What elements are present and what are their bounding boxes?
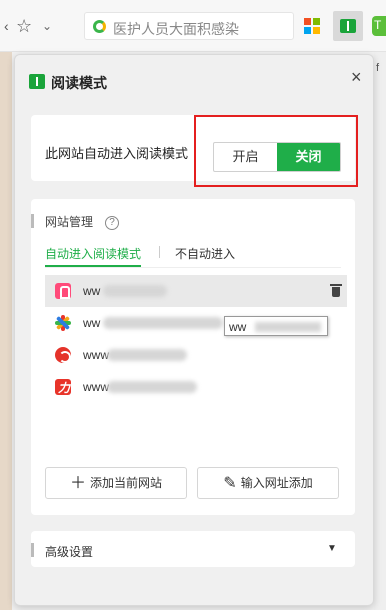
bookmark-star-icon[interactable]: ☆ bbox=[16, 14, 32, 38]
site-row[interactable]: ww bbox=[45, 275, 347, 307]
site-url: ww bbox=[83, 316, 101, 330]
site-row[interactable]: 力 www bbox=[45, 371, 347, 403]
search-box[interactable]: 医护人员大面积感染 bbox=[84, 12, 294, 40]
add-current-label: 添加当前网站 bbox=[90, 476, 163, 490]
chevron-down-icon[interactable]: ⌄ bbox=[42, 14, 52, 38]
tooltip-text: ww bbox=[229, 320, 247, 334]
redacted-url bbox=[103, 317, 223, 329]
help-icon[interactable]: ? bbox=[105, 216, 119, 230]
search-engine-icon bbox=[93, 20, 106, 33]
colorful-star-icon bbox=[55, 315, 71, 331]
pencil-icon: ✎ bbox=[223, 475, 237, 492]
caret-down-icon[interactable]: ▼ bbox=[327, 543, 337, 554]
dj-red-icon: 力 bbox=[55, 379, 71, 395]
tab-auto-enter[interactable]: 自动进入阅读模式 bbox=[45, 245, 141, 262]
book-icon bbox=[340, 19, 356, 33]
site-management-title-text: 网站管理 bbox=[45, 215, 94, 229]
site-row[interactable]: www bbox=[45, 339, 347, 371]
trash-icon[interactable] bbox=[330, 284, 342, 297]
tab-divider bbox=[45, 267, 341, 268]
section-bar bbox=[31, 214, 34, 228]
pink-reader-icon bbox=[55, 283, 71, 299]
add-current-site-button[interactable]: ＋ 添加当前网站 bbox=[45, 467, 187, 499]
site-url: www bbox=[83, 380, 109, 394]
page-background-left bbox=[0, 52, 12, 610]
redacted-url bbox=[107, 381, 197, 393]
tab-separator bbox=[159, 246, 160, 258]
panel-title: 阅读模式 bbox=[51, 75, 107, 91]
site-url: www bbox=[83, 348, 109, 362]
auto-mode-label: 此网站自动进入阅读模式 bbox=[45, 146, 189, 161]
redacted-url bbox=[107, 349, 187, 361]
redacted-url bbox=[103, 285, 167, 297]
site-url: ww bbox=[83, 284, 101, 298]
windows-logo-icon[interactable] bbox=[304, 18, 320, 34]
plus-icon: ＋ bbox=[69, 475, 86, 492]
extension-label: T bbox=[374, 18, 382, 32]
extension-icon[interactable]: T bbox=[372, 16, 386, 36]
chevron-left-icon[interactable]: ‹ bbox=[4, 14, 9, 38]
panel-header: 阅读模式 × bbox=[15, 55, 373, 107]
red-swirl-icon bbox=[55, 347, 71, 363]
section-bar bbox=[31, 543, 34, 557]
close-button[interactable]: × bbox=[351, 67, 362, 88]
reader-mode-button[interactable] bbox=[333, 11, 363, 41]
add-url-label: 输入网址添加 bbox=[240, 476, 313, 490]
search-text[interactable]: 医护人员大面积感染 bbox=[113, 19, 287, 39]
page-background-right: f bbox=[374, 52, 386, 610]
redacted-url bbox=[255, 322, 321, 332]
advanced-settings-card[interactable]: 高级设置 ▼ bbox=[31, 531, 355, 567]
reader-book-icon bbox=[29, 74, 45, 89]
add-by-url-button[interactable]: ✎ 输入网址添加 bbox=[197, 467, 339, 499]
highlight-annotation bbox=[194, 115, 358, 187]
site-management-card: 网站管理 ? 自动进入阅读模式 不自动进入 ww ww www 力 www ＋ … bbox=[31, 199, 355, 515]
browser-toolbar: ‹ ☆ ⌄ 医护人员大面积感染 T bbox=[0, 0, 386, 52]
url-tooltip: ww bbox=[224, 316, 328, 336]
tab-no-auto[interactable]: 不自动进入 bbox=[175, 245, 235, 262]
page-edge-text: f bbox=[376, 62, 380, 74]
advanced-settings-title-text: 高级设置 bbox=[45, 545, 94, 559]
